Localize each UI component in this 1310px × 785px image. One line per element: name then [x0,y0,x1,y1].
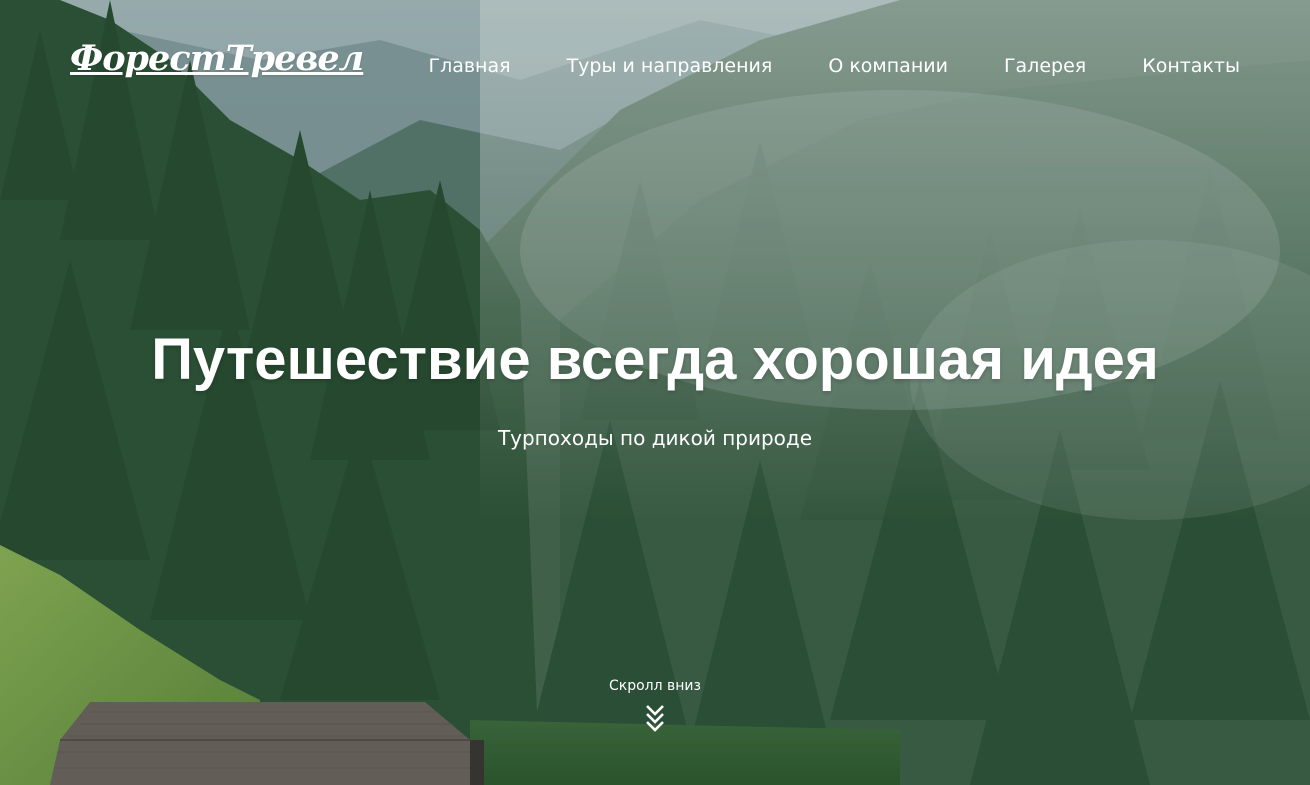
nav-link-home[interactable]: Главная [428,54,510,78]
hero-section: ФорестТревел Главная Туры и направления … [0,0,1310,785]
nav-item-home: Главная [428,54,510,78]
double-chevron-down-icon [646,705,664,732]
nav-item-tours: Туры и направления [511,54,773,78]
main-navigation: Главная Туры и направления О компании Га… [428,54,1240,78]
scroll-down-label: Скролл вниз [609,678,701,694]
nav-link-contacts[interactable]: Контакты [1142,54,1240,78]
nav-link-gallery[interactable]: Галерея [1004,54,1086,78]
nav-link-about[interactable]: О компании [828,54,948,78]
nav-item-about: О компании [772,54,948,78]
hero-title: Путешествие всегда хорошая идея [151,327,1159,392]
site-logo[interactable]: ФорестТревел [70,38,364,79]
site-header: ФорестТревел Главная Туры и направления … [0,0,1310,130]
nav-link-tours[interactable]: Туры и направления [567,54,773,78]
nav-item-contacts: Контакты [1086,54,1240,78]
scroll-down-link[interactable]: Скролл вниз [555,676,755,732]
hero-subtitle: Турпоходы по дикой природе [497,426,813,450]
nav-item-gallery: Галерея [948,54,1086,78]
